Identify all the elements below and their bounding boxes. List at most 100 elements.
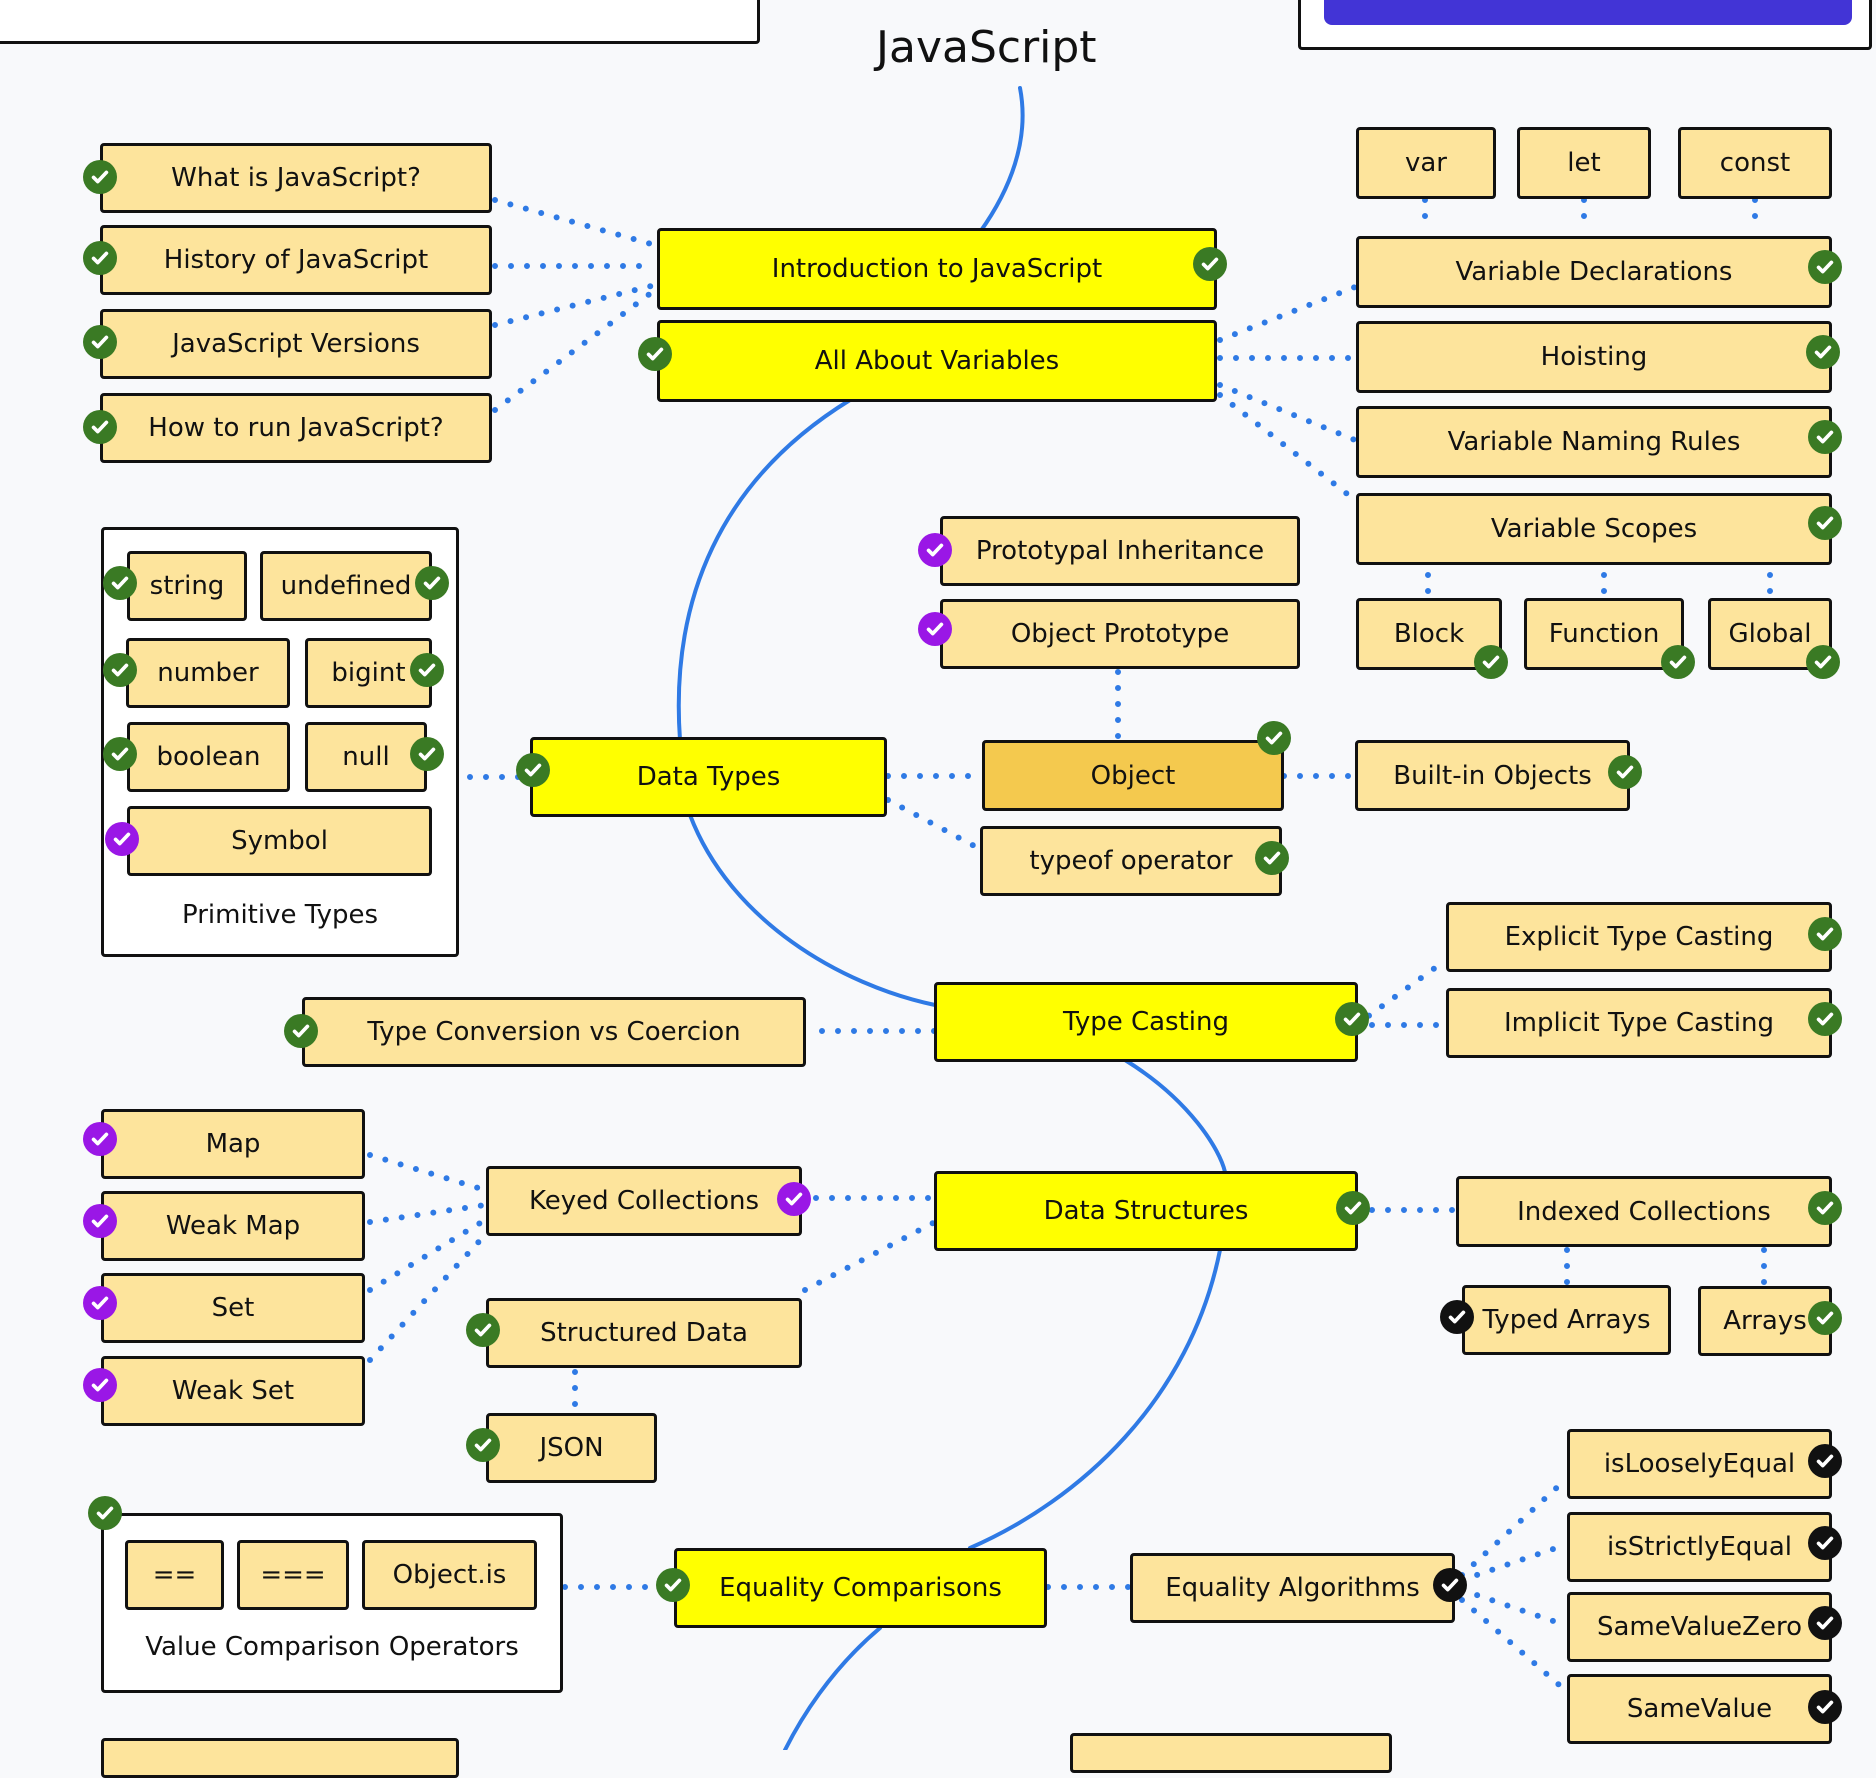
topic-object-prototype[interactable]: Object Prototype	[940, 599, 1300, 669]
topic-how-to-run-javascript[interactable]: How to run JavaScript?	[100, 393, 492, 463]
check-done-icon[interactable]	[1808, 917, 1842, 951]
check-alternative-icon[interactable]	[918, 612, 952, 646]
check-done-icon[interactable]	[638, 337, 672, 371]
topic-javascript-versions[interactable]: JavaScript Versions	[100, 309, 492, 379]
check-done-icon[interactable]	[103, 653, 137, 687]
next-topic-node-left[interactable]	[101, 1738, 459, 1778]
topic-history-of-javascript[interactable]: History of JavaScript	[100, 225, 492, 295]
topic-equality-algorithms[interactable]: Equality Algorithms	[1130, 1553, 1455, 1623]
main-node-variables[interactable]: All About Variables	[657, 320, 1217, 402]
check-optional-icon[interactable]	[1808, 1690, 1842, 1724]
check-done-icon[interactable]	[88, 1496, 122, 1530]
topic-typeof-operator[interactable]: typeof operator	[980, 826, 1282, 896]
topic-variable-naming-rules[interactable]: Variable Naming Rules	[1356, 406, 1832, 478]
check-alternative-icon[interactable]	[83, 1368, 117, 1402]
topic-hoisting[interactable]: Hoisting	[1356, 321, 1832, 393]
check-done-icon[interactable]	[1808, 1301, 1842, 1335]
check-done-icon[interactable]	[83, 160, 117, 194]
check-alternative-icon[interactable]	[105, 822, 139, 856]
topic-explicit-type-casting[interactable]: Explicit Type Casting	[1446, 902, 1832, 972]
primitive-symbol[interactable]: Symbol	[127, 806, 432, 876]
check-done-icon[interactable]	[1336, 1191, 1370, 1225]
check-done-icon[interactable]	[1808, 1191, 1842, 1225]
primitive-null[interactable]: null	[305, 722, 427, 792]
check-done-icon[interactable]	[83, 325, 117, 359]
check-done-icon[interactable]	[1808, 250, 1842, 284]
check-done-icon[interactable]	[1335, 1002, 1369, 1036]
operator-object-is[interactable]: Object.is	[362, 1540, 537, 1610]
check-alternative-icon[interactable]	[83, 1122, 117, 1156]
check-alternative-icon[interactable]	[83, 1204, 117, 1238]
check-optional-icon[interactable]	[1440, 1300, 1474, 1334]
collection-set[interactable]: Set	[101, 1273, 365, 1343]
check-done-icon[interactable]	[466, 1428, 500, 1462]
check-alternative-icon[interactable]	[83, 1286, 117, 1320]
keyword-const[interactable]: const	[1678, 127, 1832, 199]
primitive-string[interactable]: string	[127, 551, 247, 621]
check-done-icon[interactable]	[1808, 506, 1842, 540]
check-optional-icon[interactable]	[1808, 1606, 1842, 1640]
topic-what-is-javascript[interactable]: What is JavaScript?	[100, 143, 492, 213]
check-done-icon[interactable]	[516, 753, 550, 787]
check-done-icon[interactable]	[1257, 721, 1291, 755]
main-node-data-structures[interactable]: Data Structures	[934, 1171, 1358, 1251]
check-done-icon[interactable]	[103, 737, 137, 771]
algorithm-is-strictly-equal[interactable]: isStrictlyEqual	[1567, 1512, 1832, 1582]
check-done-icon[interactable]	[1808, 420, 1842, 454]
primitive-undefined[interactable]: undefined	[260, 551, 432, 621]
check-done-icon[interactable]	[410, 653, 444, 687]
check-done-icon[interactable]	[1608, 755, 1642, 789]
main-node-equality-comparisons[interactable]: Equality Comparisons	[674, 1548, 1047, 1628]
top-right-action-button[interactable]	[1324, 0, 1852, 25]
collection-weak-set[interactable]: Weak Set	[101, 1356, 365, 1426]
collection-map[interactable]: Map	[101, 1109, 365, 1179]
operator-strict-equality[interactable]: ===	[237, 1540, 349, 1610]
keyword-let[interactable]: let	[1517, 127, 1651, 199]
topic-json[interactable]: JSON	[486, 1413, 657, 1483]
scope-function[interactable]: Function	[1524, 598, 1684, 670]
check-done-icon[interactable]	[284, 1014, 318, 1048]
primitive-boolean[interactable]: boolean	[127, 722, 290, 792]
topic-prototypal-inheritance[interactable]: Prototypal Inheritance	[940, 516, 1300, 586]
check-done-icon[interactable]	[1255, 841, 1289, 875]
check-done-icon[interactable]	[103, 566, 137, 600]
topic-keyed-collections[interactable]: Keyed Collections	[486, 1166, 802, 1236]
keyword-var[interactable]: var	[1356, 127, 1496, 199]
operator-loose-equality[interactable]: ==	[125, 1540, 224, 1610]
check-done-icon[interactable]	[1808, 1002, 1842, 1036]
check-done-icon[interactable]	[1806, 335, 1840, 369]
main-node-data-types[interactable]: Data Types	[530, 737, 887, 817]
check-done-icon[interactable]	[1474, 645, 1508, 679]
topic-variable-scopes[interactable]: Variable Scopes	[1356, 493, 1832, 565]
algorithm-same-value[interactable]: SameValue	[1567, 1674, 1832, 1744]
check-done-icon[interactable]	[1193, 247, 1227, 281]
check-done-icon[interactable]	[83, 410, 117, 444]
topic-built-in-objects[interactable]: Built-in Objects	[1355, 740, 1630, 811]
check-alternative-icon[interactable]	[777, 1182, 811, 1216]
main-node-introduction[interactable]: Introduction to JavaScript	[657, 228, 1217, 310]
check-optional-icon[interactable]	[1433, 1568, 1467, 1602]
primitive-number[interactable]: number	[126, 638, 290, 708]
algorithm-same-value-zero[interactable]: SameValueZero	[1567, 1592, 1832, 1662]
topic-structured-data[interactable]: Structured Data	[486, 1298, 802, 1368]
collection-weak-map[interactable]: Weak Map	[101, 1191, 365, 1261]
algorithm-is-loosely-equal[interactable]: isLooselyEqual	[1567, 1429, 1832, 1499]
check-done-icon[interactable]	[83, 241, 117, 275]
check-done-icon[interactable]	[1806, 645, 1840, 679]
next-topic-node-right[interactable]	[1070, 1733, 1392, 1773]
topic-object[interactable]: Object	[982, 740, 1284, 811]
check-optional-icon[interactable]	[1808, 1526, 1842, 1560]
topic-typed-arrays[interactable]: Typed Arrays	[1462, 1285, 1671, 1355]
topic-variable-declarations[interactable]: Variable Declarations	[1356, 236, 1832, 308]
check-optional-icon[interactable]	[1808, 1444, 1842, 1478]
topic-indexed-collections[interactable]: Indexed Collections	[1456, 1176, 1832, 1247]
check-done-icon[interactable]	[466, 1313, 500, 1347]
check-done-icon[interactable]	[415, 566, 449, 600]
topic-type-conversion-vs-coercion[interactable]: Type Conversion vs Coercion	[302, 997, 806, 1067]
check-alternative-icon[interactable]	[918, 533, 952, 567]
check-done-icon[interactable]	[656, 1568, 690, 1602]
check-done-icon[interactable]	[410, 737, 444, 771]
main-node-type-casting[interactable]: Type Casting	[934, 982, 1358, 1062]
check-done-icon[interactable]	[1661, 645, 1695, 679]
topic-implicit-type-casting[interactable]: Implicit Type Casting	[1446, 988, 1832, 1058]
